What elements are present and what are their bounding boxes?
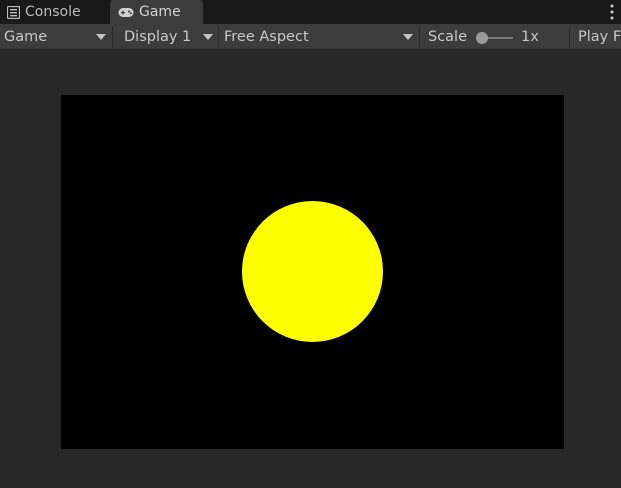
- tab-game[interactable]: Game: [110, 0, 203, 24]
- view-type-chevron-down-icon: [96, 34, 106, 40]
- scale-label-text: Scale: [428, 28, 468, 45]
- game-view-toolbar: Game Display 1 Free Aspect Scale 1x Play…: [0, 24, 621, 50]
- kebab-menu-icon[interactable]: [609, 3, 615, 21]
- view-type-value: Game: [4, 28, 48, 45]
- display-chevron-down-icon: [203, 34, 213, 40]
- tab-console[interactable]: Console: [0, 0, 108, 24]
- play-focused-dropdown[interactable]: Play F: [578, 24, 621, 49]
- scale-label: Scale: [428, 24, 472, 49]
- gamepad-icon: [118, 7, 134, 17]
- display-value: Display 1: [124, 28, 192, 45]
- play-focused-label: Play F: [578, 28, 621, 45]
- toolbar-divider: [569, 26, 570, 48]
- yellow-circle-sprite: [242, 201, 383, 342]
- aspect-chevron-down-icon: [403, 34, 413, 40]
- scale-value-text: 1x: [521, 28, 539, 45]
- toolbar-divider: [218, 26, 219, 48]
- display-dropdown[interactable]: Display 1: [124, 24, 214, 49]
- tab-game-label: Game: [139, 4, 181, 20]
- game-viewport[interactable]: [61, 95, 564, 449]
- aspect-ratio-value: Free Aspect: [224, 28, 309, 45]
- console-list-icon: [7, 5, 20, 19]
- aspect-ratio-dropdown[interactable]: Free Aspect: [224, 24, 414, 49]
- scale-slider-thumb[interactable]: [476, 32, 488, 44]
- tab-console-label: Console: [25, 4, 81, 20]
- toolbar-divider: [419, 26, 420, 48]
- window-tab-bar: Console Game: [0, 0, 621, 24]
- scale-value: 1x: [521, 24, 551, 49]
- toolbar-divider: [112, 26, 113, 48]
- view-type-dropdown[interactable]: Game: [4, 24, 108, 49]
